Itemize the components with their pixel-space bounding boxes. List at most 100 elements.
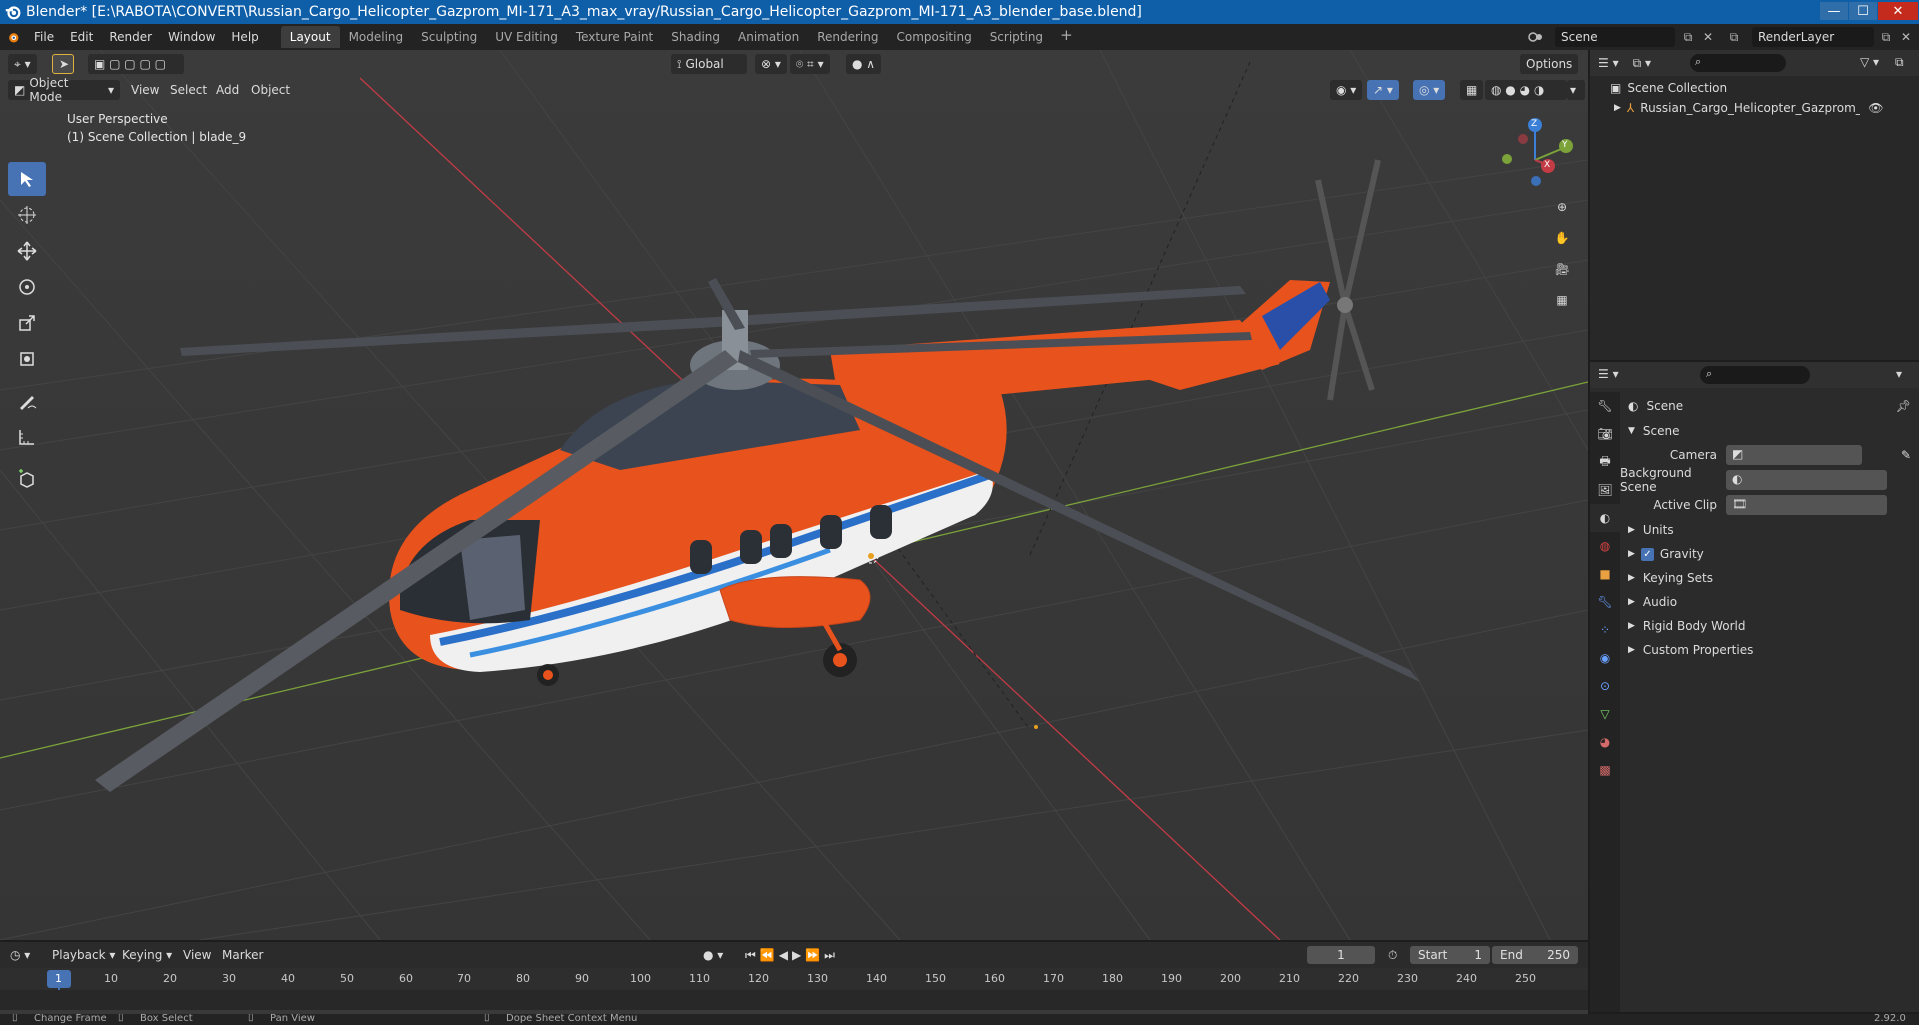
delete-viewlayer-icon[interactable]: ✕ xyxy=(1894,27,1918,47)
pivot-point-icon[interactable]: ⊗ ▾ xyxy=(755,54,787,74)
menu-object[interactable]: Object xyxy=(251,80,290,100)
options-dropdown[interactable]: Options xyxy=(1520,54,1579,74)
gravity-panel[interactable]: ▶ ✓ Gravity xyxy=(1620,542,1919,566)
menu-file[interactable]: File xyxy=(26,26,62,48)
outliner-row-object[interactable]: ▶ ⅄ Russian_Cargo_Helicopter_Gazprom_MI_… xyxy=(1590,98,1919,118)
menu-view[interactable]: View xyxy=(131,80,159,100)
visibility-icon[interactable]: ◉ ▾ xyxy=(1330,80,1363,100)
perspective-toggle-icon[interactable]: ▦ xyxy=(1548,286,1576,314)
properties-search-input[interactable] xyxy=(1700,366,1810,384)
proportional-edit-icon[interactable]: ● ∧ xyxy=(846,54,882,74)
tab-rendering[interactable]: Rendering xyxy=(808,26,887,48)
transform-orientation-dropdown[interactable]: ⟟ Global xyxy=(671,54,747,74)
selection-mode-icons[interactable]: ▣ ▢ ▢ ▢ ▢ xyxy=(88,54,184,74)
rigid-body-world-panel[interactable]: ▶ Rigid Body World xyxy=(1620,614,1919,638)
cursor-tool-icon[interactable] xyxy=(8,198,46,232)
current-frame-field[interactable]: 1 xyxy=(1307,946,1375,964)
custom-properties-panel[interactable]: ▶ Custom Properties xyxy=(1620,638,1919,662)
gizmo-y-label[interactable]: Y xyxy=(1562,140,1568,150)
constraints-tab-icon[interactable]: ⊙ xyxy=(1590,672,1620,700)
scene-panel-header[interactable]: ▼ Scene xyxy=(1620,419,1919,443)
tab-animation[interactable]: Animation xyxy=(729,26,808,48)
visibility-eye-icon[interactable]: 👁︎ xyxy=(1868,101,1883,115)
shading-mode-icons[interactable]: ◍ ● ◕ ◑ xyxy=(1485,80,1567,100)
object-mode-dropdown[interactable]: ◩ Object Mode ▾ xyxy=(8,76,120,104)
snap-icon[interactable]: ⌾ ⌗ ▾ xyxy=(790,54,830,74)
tab-sculpting[interactable]: Sculpting xyxy=(412,26,486,48)
pan-hand-icon[interactable]: ✋ xyxy=(1548,224,1576,252)
new-collection-icon[interactable]: ⧉ xyxy=(1895,55,1904,70)
end-frame-field[interactable]: End 250 xyxy=(1492,946,1578,964)
material-tab-icon[interactable]: ◕ xyxy=(1590,728,1620,756)
timeline-keyframe-area[interactable] xyxy=(0,990,1588,1010)
units-panel[interactable]: ▶ Units xyxy=(1620,518,1919,542)
start-frame-field[interactable]: Start 1 xyxy=(1410,946,1490,964)
scene-tab-icon[interactable]: ◐ xyxy=(1590,504,1620,532)
display-mode-icon[interactable]: ⧉ ▾ xyxy=(1633,56,1651,71)
tab-modeling[interactable]: Modeling xyxy=(340,26,413,48)
pin-icon[interactable]: 📌︎ xyxy=(1896,399,1911,413)
zoom-icon[interactable]: ⊕ xyxy=(1548,193,1576,221)
select-tool-icon[interactable]: ➤ xyxy=(52,54,74,74)
tab-texture-paint[interactable]: Texture Paint xyxy=(567,26,662,48)
playback-menu[interactable]: Playback ▾ xyxy=(52,945,115,965)
gizmo-x-label[interactable]: X xyxy=(1544,160,1550,170)
chevron-down-icon[interactable]: ▾ xyxy=(1896,367,1902,381)
record-keyframe-icon[interactable]: ● ▾ xyxy=(703,945,723,965)
rotate-tool-icon[interactable] xyxy=(8,270,46,304)
transform-tool-icon[interactable] xyxy=(8,342,46,376)
timeline-view-menu[interactable]: View xyxy=(183,945,211,965)
menu-render[interactable]: Render xyxy=(101,26,160,48)
select-box-tool-icon[interactable] xyxy=(8,162,46,196)
maximize-button[interactable]: ☐ xyxy=(1849,2,1877,20)
timeline-ruler[interactable]: 1 10 20 30 40 50 60 70 80 90 100 110 120… xyxy=(0,968,1588,1016)
add-workspace-button[interactable]: + xyxy=(1052,26,1081,48)
audio-panel[interactable]: ▶ Audio xyxy=(1620,590,1919,614)
marker-menu[interactable]: Marker xyxy=(222,945,263,965)
menu-edit[interactable]: Edit xyxy=(62,26,101,48)
move-tool-icon[interactable] xyxy=(8,234,46,268)
eyedropper-icon[interactable]: ✎ xyxy=(1901,448,1911,462)
tab-uv-editing[interactable]: UV Editing xyxy=(486,26,567,48)
editor-type-icon[interactable]: ⌖ ▾ xyxy=(8,54,37,74)
camera-field[interactable] xyxy=(1726,445,1862,465)
physics-tab-icon[interactable]: ◉ xyxy=(1590,644,1620,672)
outliner-row-scene-collection[interactable]: ▣ Scene Collection xyxy=(1590,78,1919,98)
close-button[interactable]: ✕ xyxy=(1878,2,1918,20)
object-tab-icon[interactable]: ■ xyxy=(1590,560,1620,588)
delete-scene-icon[interactable]: ✕ xyxy=(1696,27,1720,47)
viewlayer-name-field[interactable]: RenderLayer xyxy=(1752,27,1874,47)
menu-add[interactable]: Add xyxy=(216,80,239,100)
shading-options-icon[interactable]: ▾ xyxy=(1567,80,1585,100)
tab-layout[interactable]: Layout xyxy=(280,26,340,48)
menu-window[interactable]: Window xyxy=(160,26,223,48)
texture-tab-icon[interactable]: ▩ xyxy=(1590,756,1620,784)
modifier-tab-icon[interactable]: 🔧︎ xyxy=(1590,588,1620,616)
tab-shading[interactable]: Shading xyxy=(662,26,729,48)
filter-icon[interactable]: ▽ ▾ xyxy=(1860,55,1879,69)
playback-controls[interactable]: ⏮⏪◀▶⏩⏭ xyxy=(745,945,839,965)
background-scene-field[interactable] xyxy=(1726,470,1887,490)
timeline-editor-type-icon[interactable]: ◷ ▾ xyxy=(10,945,30,965)
tool-tab-icon[interactable]: 🔧︎ xyxy=(1590,392,1620,420)
outliner-search-input[interactable] xyxy=(1690,54,1786,72)
scale-tool-icon[interactable] xyxy=(8,306,46,340)
render-tab-icon[interactable]: 📷︎ xyxy=(1590,420,1620,448)
add-cube-tool-icon[interactable] xyxy=(8,462,46,496)
expand-arrow-icon[interactable]: ▶ xyxy=(1614,103,1621,113)
tab-scripting[interactable]: Scripting xyxy=(981,26,1052,48)
keying-menu[interactable]: Keying ▾ xyxy=(122,945,172,965)
output-tab-icon[interactable]: 🖶︎ xyxy=(1590,448,1620,476)
active-clip-field[interactable] xyxy=(1726,495,1887,515)
menu-help[interactable]: Help xyxy=(223,26,266,48)
gizmo-toggle-icon[interactable]: ↗ ▾ xyxy=(1367,80,1399,100)
viewlayer-browse-icon[interactable]: ⧉ xyxy=(1722,27,1746,47)
tab-compositing[interactable]: Compositing xyxy=(887,26,980,48)
blender-menu-icon[interactable] xyxy=(0,26,26,48)
view-layer-tab-icon[interactable]: 🖼︎ xyxy=(1590,476,1620,504)
scene-browse-icon[interactable] xyxy=(1524,27,1548,47)
data-tab-icon[interactable]: ▽ xyxy=(1590,700,1620,728)
keying-sets-panel[interactable]: ▶ Keying Sets xyxy=(1620,566,1919,590)
particles-tab-icon[interactable]: ⁘ xyxy=(1590,616,1620,644)
preview-range-icon[interactable]: ⏱ xyxy=(1388,945,1397,965)
